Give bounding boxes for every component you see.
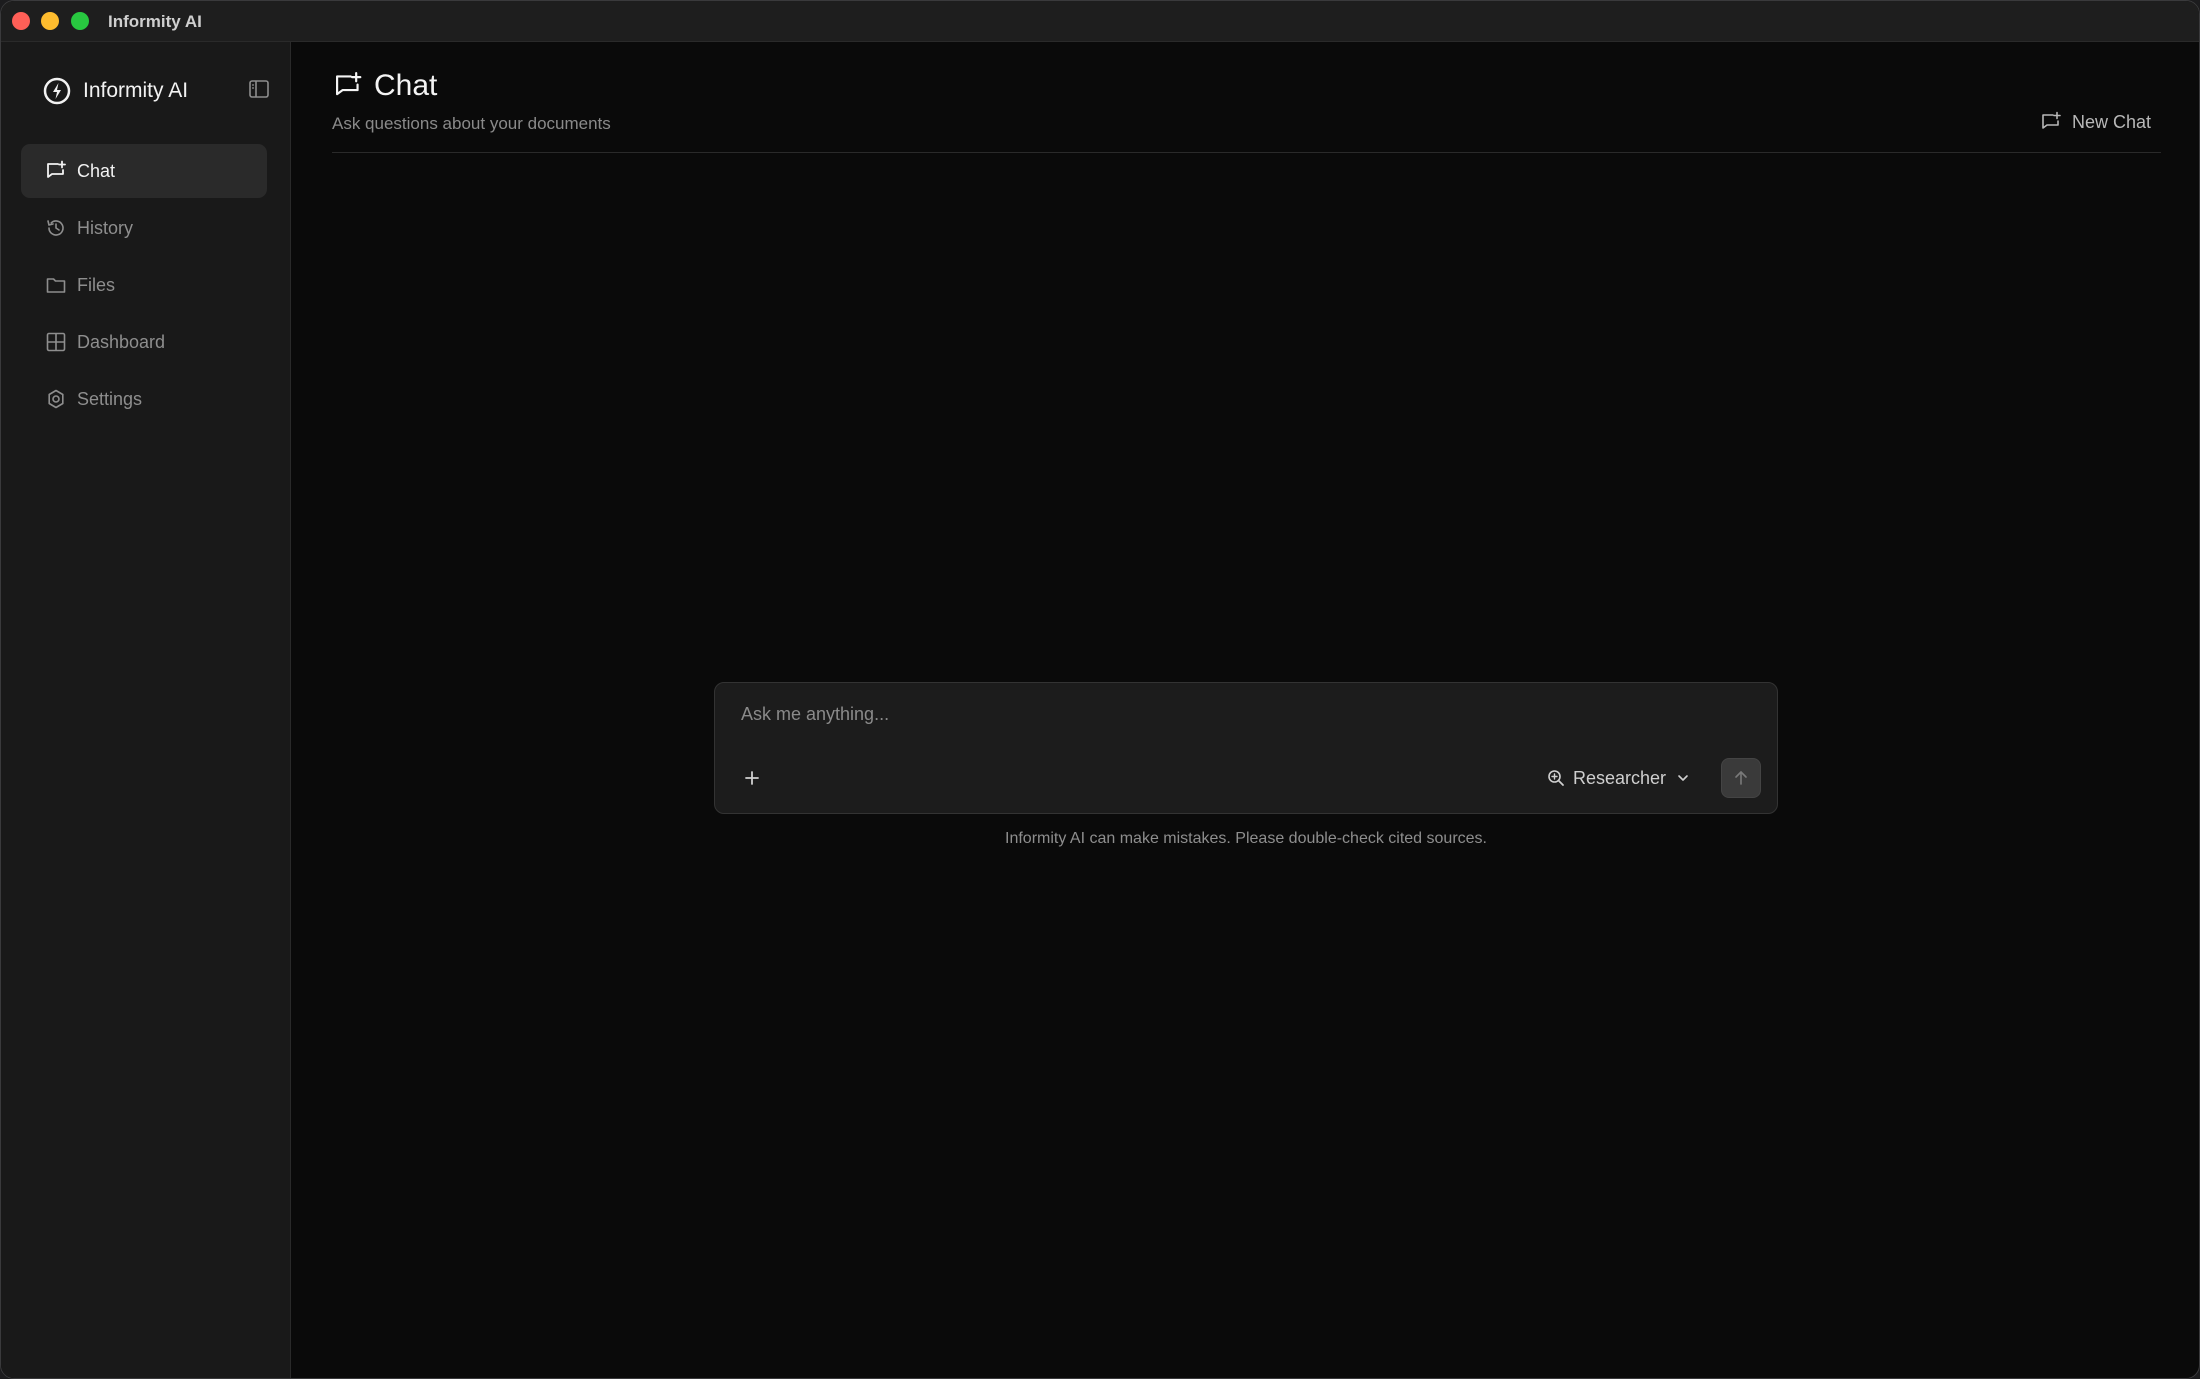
send-button[interactable] xyxy=(1721,758,1761,798)
sidebar-item-label: History xyxy=(77,217,134,238)
disclaimer-text: Informity AI can make mistakes. Please d… xyxy=(1005,830,1487,847)
title-bar: Informity AI xyxy=(1,1,2199,42)
attach-button[interactable] xyxy=(739,765,765,791)
chevron-down-icon xyxy=(1676,771,1690,785)
chat-plus-icon xyxy=(45,160,67,182)
chat-input[interactable] xyxy=(741,699,1741,729)
sidebar-item-settings[interactable]: Settings xyxy=(21,372,267,426)
page-subtitle: Ask questions about your documents xyxy=(332,114,611,133)
close-window-button[interactable] xyxy=(12,12,30,30)
chat-plus-icon xyxy=(332,70,364,102)
search-icon xyxy=(1548,770,1564,786)
page-title-text: Chat xyxy=(374,69,438,102)
window-title: Informity AI xyxy=(108,12,202,31)
brand-logo-icon xyxy=(43,77,71,105)
sidebar-toggle-icon xyxy=(249,80,269,98)
sidebar-item-files[interactable]: Files xyxy=(21,258,267,312)
folder-icon xyxy=(45,274,67,296)
minimize-window-button[interactable] xyxy=(41,12,59,30)
header-divider xyxy=(332,152,2161,153)
sidebar: Informity AI Chat History Files Dashboar… xyxy=(1,42,291,1378)
page-title: Chat xyxy=(332,68,437,104)
sidebar-item-label: Files xyxy=(77,274,116,295)
sidebar-item-history[interactable]: History xyxy=(21,201,267,255)
brand-name: Informity AI xyxy=(83,79,189,102)
arrow-up-icon xyxy=(1735,771,1747,785)
sidebar-item-chat[interactable]: Chat xyxy=(21,144,267,198)
brand: Informity AI xyxy=(43,74,188,108)
new-chat-label: New Chat xyxy=(2071,111,2151,132)
sidebar-item-dashboard[interactable]: Dashboard xyxy=(21,315,267,369)
main-content: Chat Ask questions about your documents … xyxy=(292,42,2199,1378)
grid-icon xyxy=(45,331,67,353)
chat-plus-icon xyxy=(2042,111,2061,129)
plus-icon xyxy=(745,771,759,785)
sidebar-item-label: Chat xyxy=(77,160,116,181)
chat-composer: Researcher xyxy=(714,682,1778,814)
sidebar-toggle-button[interactable] xyxy=(248,78,270,100)
history-icon xyxy=(45,217,67,239)
sidebar-nav: Chat History Files Dashboard Settings xyxy=(21,144,267,429)
sidebar-item-label: Dashboard xyxy=(77,331,166,352)
sidebar-item-label: Settings xyxy=(77,388,143,409)
new-chat-button[interactable]: New Chat xyxy=(2040,108,2151,136)
maximize-window-button[interactable] xyxy=(71,12,89,30)
app-window: Informity AI Informity AI Chat History F… xyxy=(0,0,2200,1379)
gear-icon xyxy=(45,388,67,410)
mode-select[interactable]: Researcher xyxy=(1547,763,1690,793)
mode-select-value: Researcher xyxy=(1573,767,1667,788)
